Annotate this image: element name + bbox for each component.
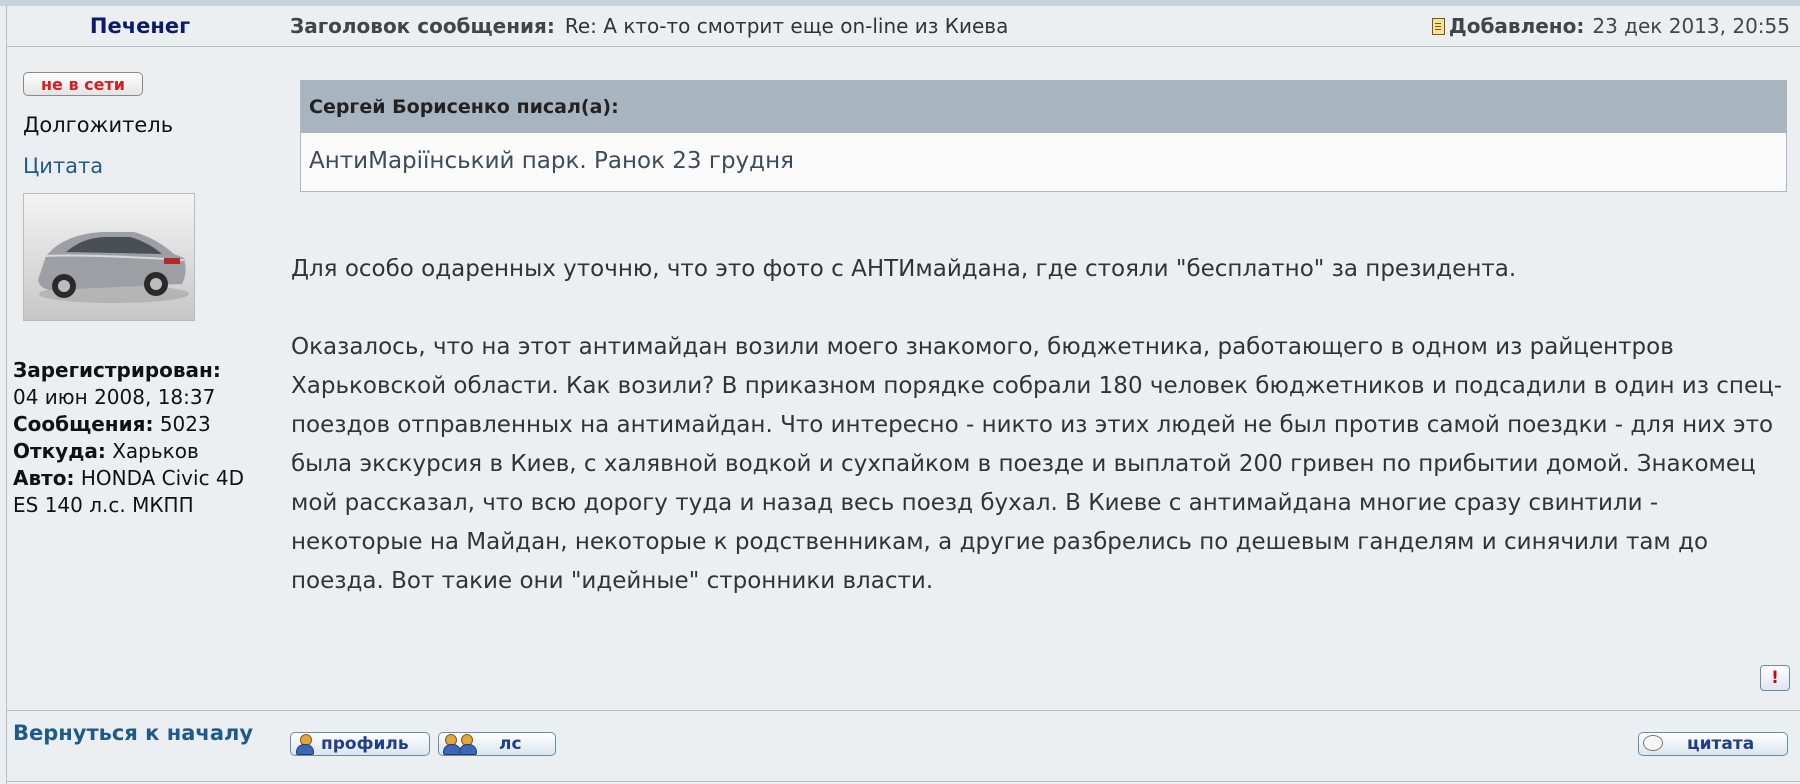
message-paragraph: Для особо одаренных уточню, что это фото… (291, 256, 1517, 282)
registered-value: 04 июн 2008, 18:37 (13, 385, 216, 409)
header-divider (6, 46, 1800, 47)
pm-button[interactable]: лс (438, 732, 556, 756)
added-label: Добавлено: (1448, 14, 1585, 38)
quote-button[interactable]: цитата (1638, 732, 1788, 756)
posts-value: 5023 (159, 412, 211, 436)
quote-text: АнтиМаріїнський парк. Ранок 23 грудня (309, 148, 794, 174)
quote-bubble-icon (1643, 734, 1663, 754)
message-body: Для особо одаренных уточню, что это фото… (291, 250, 1786, 640)
report-icon: ! (1771, 668, 1779, 688)
car-label: Авто: (13, 466, 75, 490)
post-subject[interactable]: Re: А кто-то смотрит еще on-line из Киев… (565, 14, 1008, 38)
posts-label: Сообщения: (13, 412, 154, 436)
profile-icon (295, 734, 315, 755)
report-button[interactable]: ! (1760, 665, 1790, 691)
registered-label: Зарегистрирован: (13, 358, 221, 382)
offline-status-button: не в сети (23, 72, 143, 96)
car-avatar-image (38, 232, 189, 303)
post-date: Добавлено: 23 дек 2013, 20:55 (1431, 14, 1790, 38)
pm-icon (443, 734, 477, 755)
quote-author: Сергей Борисенко писал(а): (301, 81, 1786, 133)
avatar (23, 193, 195, 321)
from-label: Откуда: (13, 439, 106, 463)
quote-block: Сергей Борисенко писал(а): АнтиМаріїнськ… (300, 80, 1787, 192)
pm-button-label: лс (499, 734, 522, 754)
profile-button[interactable]: профиль (290, 732, 430, 756)
bottom-divider (6, 781, 1800, 782)
post-header: Заголовок сообщения: Re: А кто-то смотри… (290, 6, 1790, 46)
quote-link[interactable]: Цитата (23, 154, 103, 178)
quote-button-label: цитата (1687, 734, 1755, 754)
from-value: Харьков (112, 439, 199, 463)
forum-post: Печенег Заголовок сообщения: Re: А кто-т… (0, 0, 1800, 784)
subject-label: Заголовок сообщения: (290, 14, 555, 38)
profile-button-label: профиль (321, 734, 409, 754)
user-rank: Долгожитель (23, 113, 174, 137)
author-stats: Зарегистрирован: 04 июн 2008, 18:37 Сооб… (13, 357, 273, 519)
footer-divider (6, 710, 1800, 711)
message-paragraph: Оказалось, что на этот антимайдан возили… (291, 334, 1783, 594)
author-name[interactable]: Печенег (6, 6, 274, 46)
post-document-icon[interactable] (1431, 17, 1445, 35)
back-to-top-link[interactable]: Вернуться к началу (13, 719, 268, 747)
added-value: 23 дек 2013, 20:55 (1592, 14, 1790, 38)
